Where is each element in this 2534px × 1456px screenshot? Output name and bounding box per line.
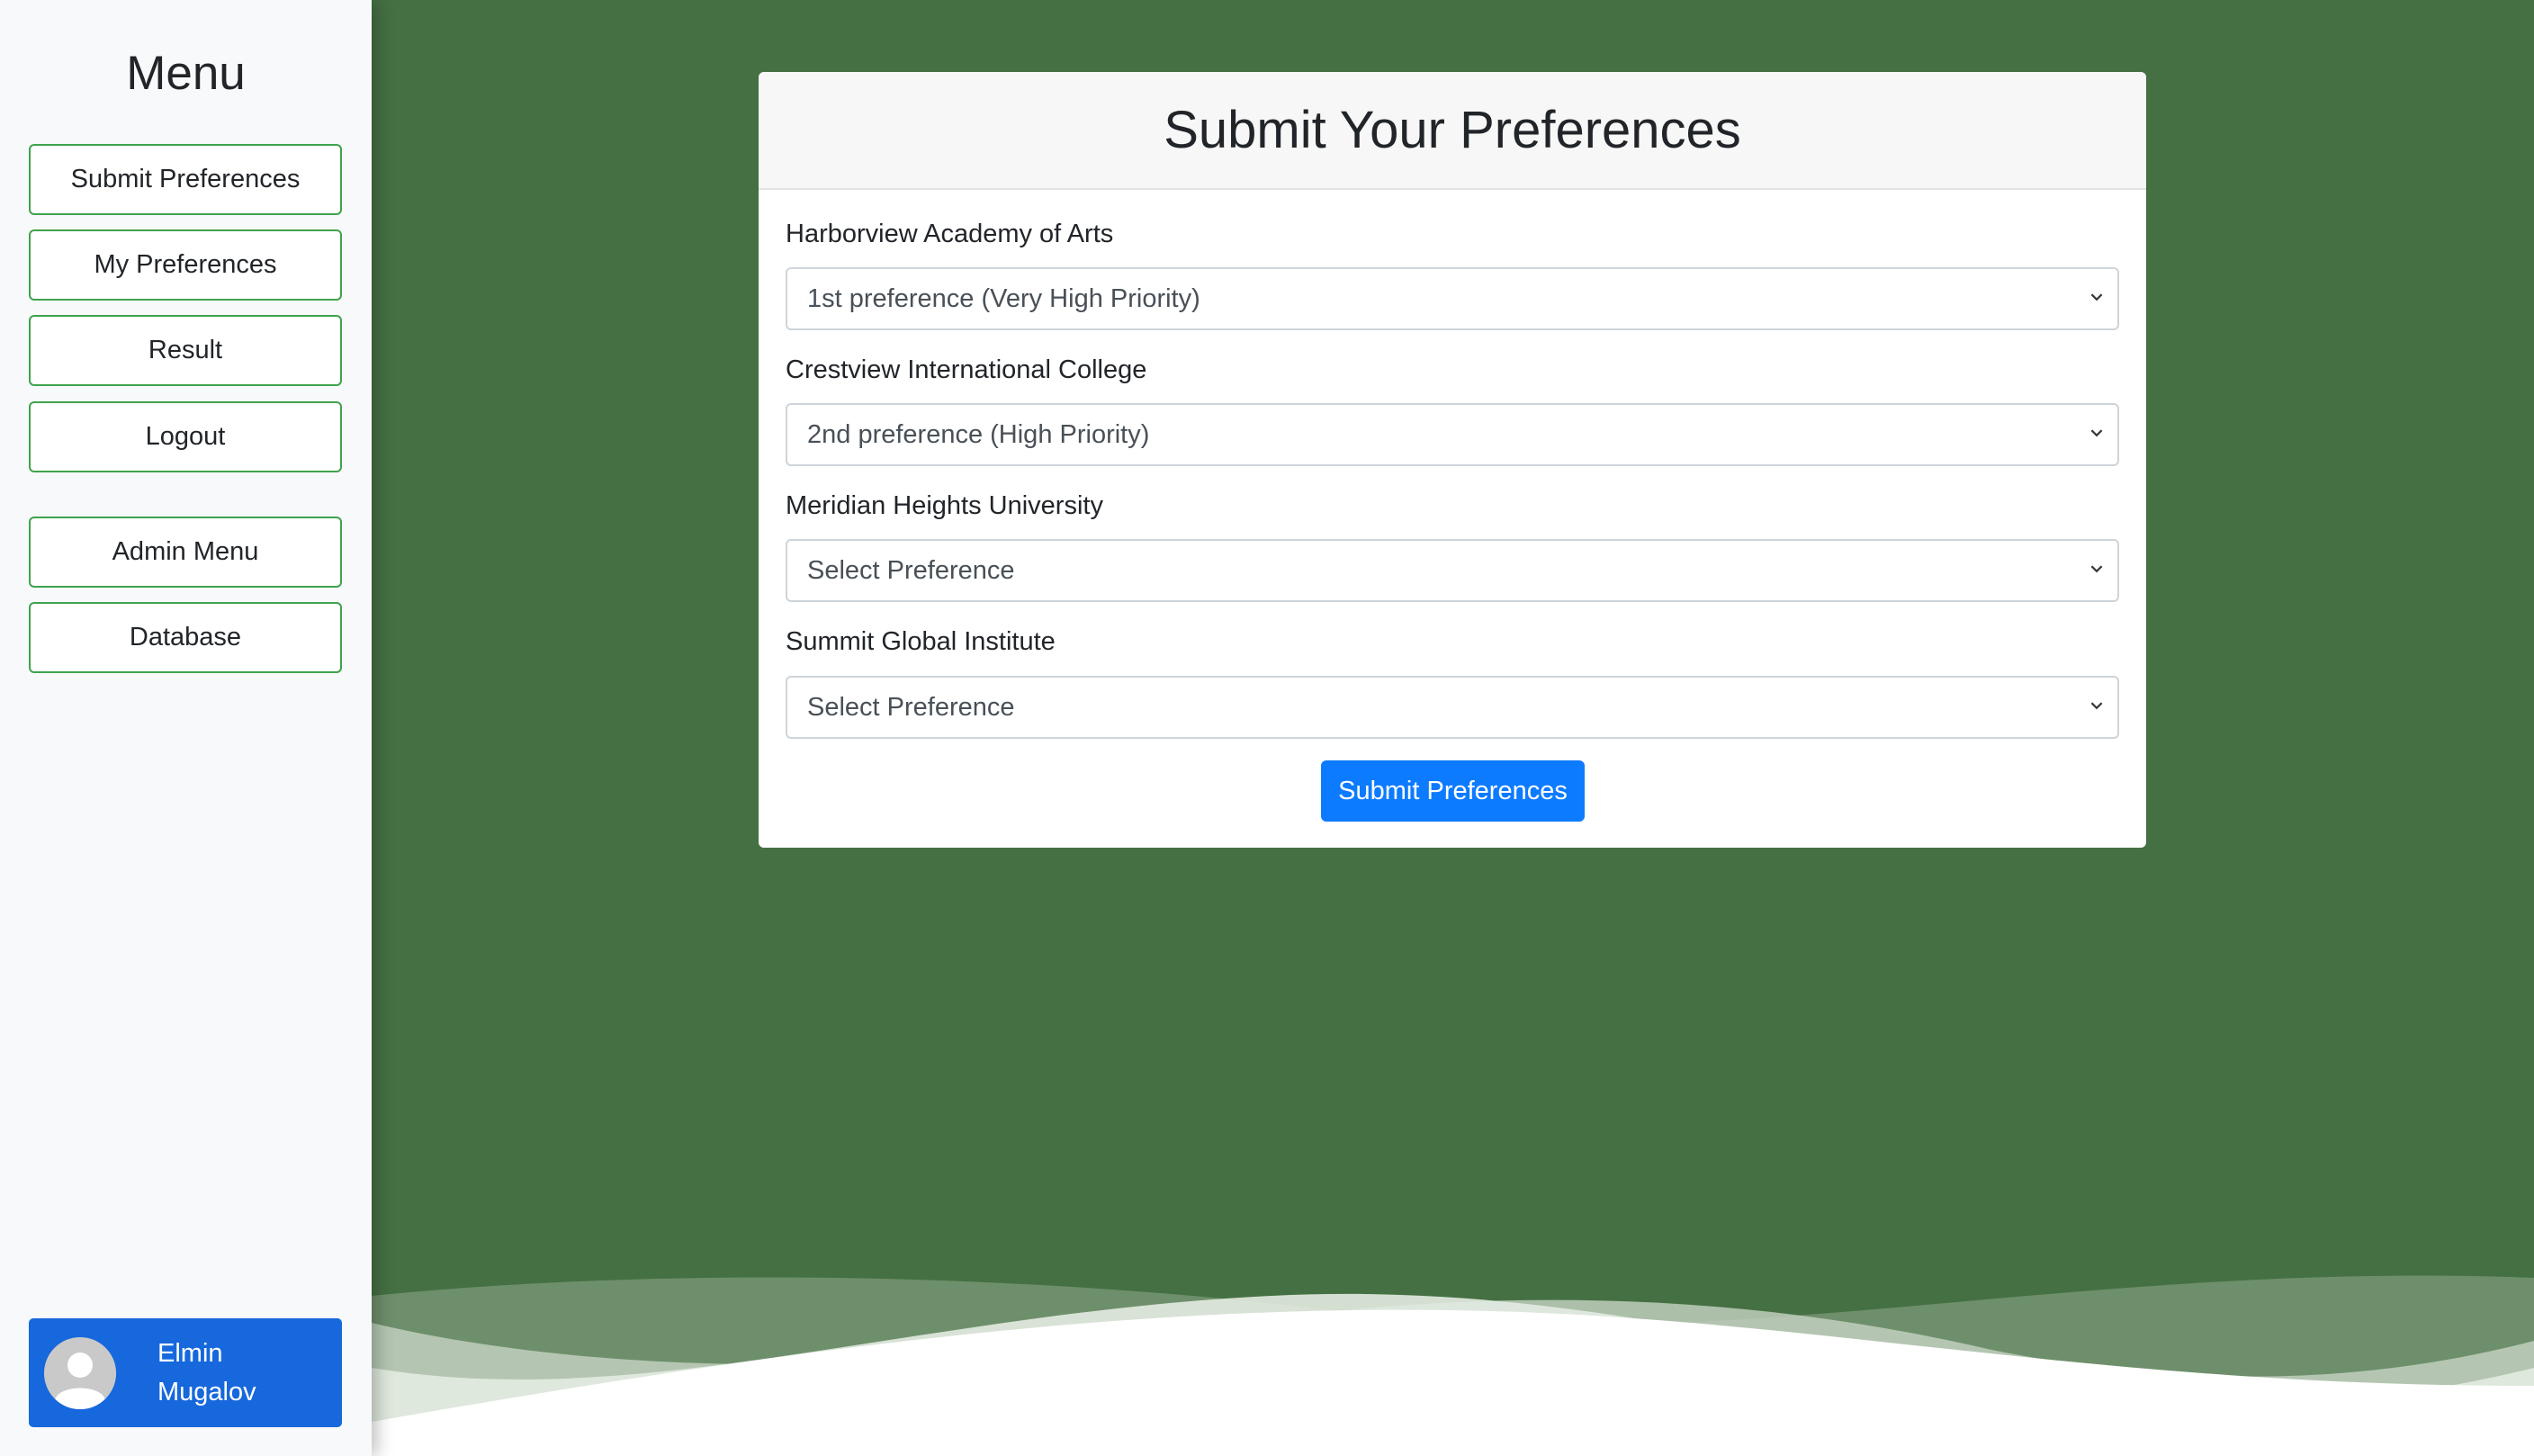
select-value: Select Preference <box>807 555 1015 585</box>
field-label-crestview: Crestview International College <box>786 355 1147 384</box>
user-avatar-icon <box>44 1336 116 1409</box>
select-value: Select Preference <box>807 692 1015 722</box>
decorative-waves <box>372 1275 2534 1456</box>
select-crestview-preference[interactable]: 2nd preference (High Priority) <box>786 403 2119 466</box>
page-title: Submit Your Preferences <box>1164 101 1741 159</box>
card-header: Submit Your Preferences <box>759 72 2146 190</box>
field-label-meridian: Meridian Heights University <box>786 491 1103 520</box>
chevron-down-icon <box>2090 565 2103 573</box>
field-label-summit: Summit Global Institute <box>786 627 1056 656</box>
select-harborview-preference[interactable]: 1st preference (Very High Priority) <box>786 267 2119 330</box>
chevron-down-icon <box>2090 293 2103 301</box>
select-summit-preference[interactable]: Select Preference <box>786 676 2119 739</box>
user-last-name: Mugalov <box>157 1377 256 1407</box>
select-value: 2nd preference (High Priority) <box>807 419 1150 449</box>
nav-my-preferences-button[interactable]: My Preferences <box>29 229 342 301</box>
field-label-harborview: Harborview Academy of Arts <box>786 220 1114 248</box>
nav-logout-button[interactable]: Logout <box>29 401 342 472</box>
chevron-down-icon <box>2090 702 2103 710</box>
user-profile-card[interactable]: Elmin Mugalov <box>29 1318 342 1427</box>
preferences-form-card: Submit Your Preferences Harborview Acade… <box>759 72 2146 848</box>
nav-result-button[interactable]: Result <box>29 315 342 386</box>
sidebar-title: Menu <box>126 47 246 100</box>
chevron-down-icon <box>2090 429 2103 437</box>
nav-admin-menu-button[interactable]: Admin Menu <box>29 517 342 588</box>
user-name: Elmin Mugalov <box>157 1335 301 1412</box>
select-meridian-preference[interactable]: Select Preference <box>786 539 2119 602</box>
nav-database-button[interactable]: Database <box>29 602 342 673</box>
select-value: 1st preference (Very High Priority) <box>807 283 1200 313</box>
nav-submit-preferences-button[interactable]: Submit Preferences <box>29 144 342 215</box>
user-first-name: Elmin <box>157 1338 223 1368</box>
sidebar: Menu Submit Preferences My Preferences R… <box>0 0 372 1456</box>
submit-preferences-button[interactable]: Submit Preferences <box>1321 760 1585 822</box>
